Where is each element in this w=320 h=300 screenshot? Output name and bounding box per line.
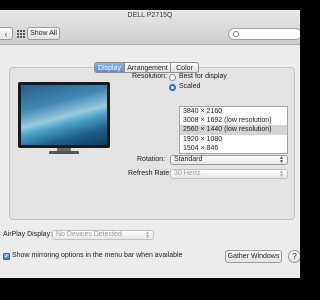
tab-arrangement[interactable]: Arrangement [124,63,170,72]
best-for-display-radio[interactable] [169,74,176,81]
show-all-button[interactable]: Show All [27,27,60,40]
window-title: DELL P2715Q [127,12,173,19]
airplay-label: AirPlay Display: [3,231,53,238]
monitor-image [18,82,110,148]
chevron-left-icon: ‹ [4,28,8,39]
resolution-label: Resolution: [132,73,168,80]
search-input[interactable] [228,28,300,40]
airplay-select[interactable]: No Devices Detected ▲ ▼ [52,230,154,240]
monitor-screen [21,85,107,145]
tab-bar: Display Arrangement Color [94,62,199,73]
updown-arrows-icon: ▲ ▼ [279,155,284,165]
airplay-value: No Devices Detected [56,231,122,238]
rotation-value: Standard [174,156,203,163]
updown-arrows-icon: ▲ ▼ [279,169,284,179]
list-item[interactable]: 2560 × 1440 (low resolution) [180,125,287,135]
display-preferences-window: DELL P2715Q ‹ Show All Display Arrangeme… [0,10,300,278]
tab-color[interactable]: Color [170,63,198,72]
title-bar: DELL P2715Q ‹ Show All [0,10,300,45]
monitor-base [49,151,79,154]
refresh-rate-value: 30 Hertz [174,170,201,177]
scaled-radio[interactable] [169,84,176,91]
rotation-label: Rotation: [137,156,166,163]
back-button[interactable]: ‹ [0,27,13,40]
best-for-display-label: Best for display [179,73,227,80]
updown-arrows-icon: ▲ ▼ [145,230,150,240]
list-item[interactable]: 3008 × 1692 (low resolution) [180,116,287,125]
mirroring-checkbox[interactable]: ✓ [3,253,10,260]
list-item[interactable]: 3840 × 2160 [180,107,287,116]
help-button[interactable]: ? [288,250,300,263]
scaled-label: Scaled [179,83,201,90]
refresh-rate-label: Refresh Rate: [128,170,172,177]
list-item[interactable]: 1504 × 846 [180,144,287,153]
tab-display[interactable]: Display [95,63,124,72]
grid-icon[interactable] [16,27,25,40]
rotation-select[interactable]: Standard ▲ ▼ [170,155,288,165]
list-item[interactable]: 1920 × 1080 [180,135,287,144]
gather-windows-button[interactable]: Gather Windows [225,250,282,263]
resolution-list: 3840 × 2160 3008 × 1692 (low resolution)… [179,106,288,154]
search-icon [233,31,239,37]
mirroring-label: Show mirroring options in the menu bar w… [12,252,183,259]
refresh-rate-select[interactable]: 30 Hertz ▲ ▼ [170,169,288,179]
